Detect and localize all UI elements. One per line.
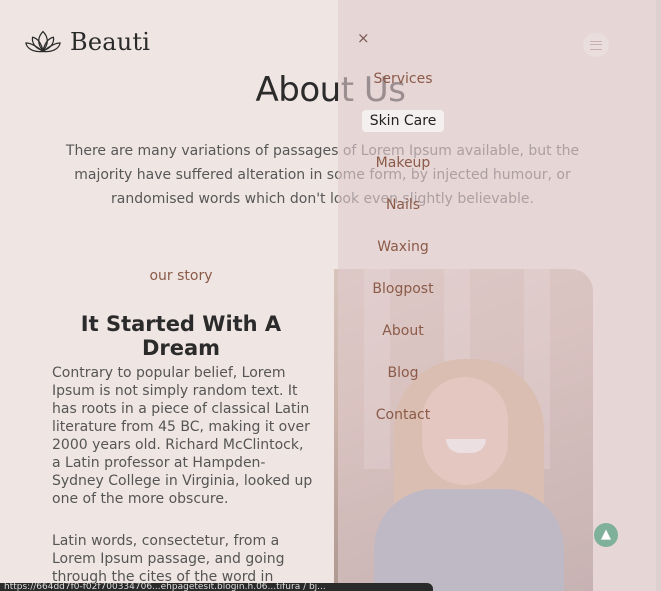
nav-item-blog[interactable]: Blog bbox=[338, 360, 468, 386]
close-icon[interactable]: × bbox=[357, 29, 370, 47]
brand-logo[interactable]: Beauti bbox=[24, 27, 150, 57]
nav-item-skin-care[interactable]: Skin Care bbox=[338, 108, 468, 134]
nav-item-makeup[interactable]: Makeup bbox=[338, 150, 468, 176]
scrollbar[interactable] bbox=[656, 0, 661, 591]
brand-name: Beauti bbox=[70, 28, 151, 56]
nav-item-waxing[interactable]: Waxing bbox=[338, 234, 468, 260]
arrow-up-icon[interactable]: ▲ bbox=[594, 523, 618, 547]
nav-item-about[interactable]: About bbox=[338, 318, 468, 344]
story-paragraph-1: Contrary to popular belief, Lorem Ipsum … bbox=[52, 365, 313, 507]
nav-item-nails[interactable]: Nails bbox=[338, 192, 468, 218]
nav-item-services[interactable]: Services bbox=[338, 66, 468, 92]
status-url: https://664dd7f0-f02f700334706...ehpaget… bbox=[0, 583, 433, 591]
nav-item-blogpost[interactable]: Blogpost bbox=[338, 276, 468, 302]
story-title: It Started With A Dream bbox=[80, 312, 282, 360]
lotus-icon bbox=[25, 30, 61, 53]
nav-item-contact[interactable]: Contact bbox=[338, 402, 468, 428]
hamburger-icon[interactable] bbox=[583, 33, 609, 57]
story-kicker: our story bbox=[149, 268, 213, 284]
